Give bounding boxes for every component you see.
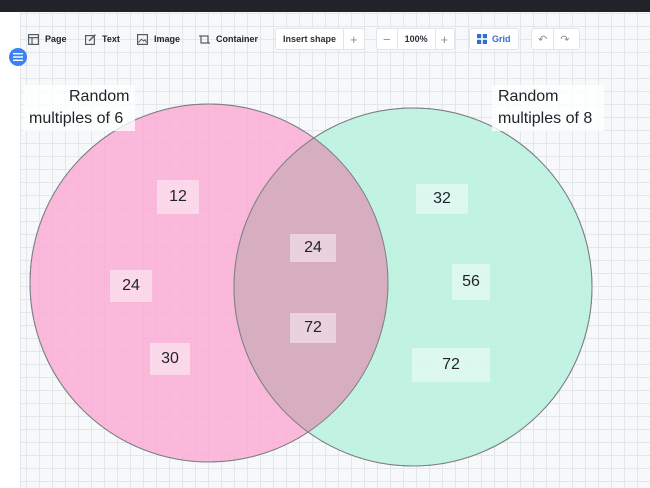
right-set-label[interactable]: Random multiples of 8: [492, 85, 604, 131]
intersection-value-1[interactable]: 24: [290, 234, 336, 262]
right-value-3[interactable]: 72: [412, 348, 490, 382]
right-value-1[interactable]: 32: [416, 184, 468, 214]
right-set-label-line1: Random: [498, 88, 559, 105]
right-set-label-line2: multiples of 8: [498, 110, 593, 127]
left-value-1[interactable]: 12: [157, 180, 199, 214]
left-set-label[interactable]: Random multiples of 6: [23, 85, 135, 131]
right-value-2[interactable]: 56: [452, 264, 490, 300]
left-value-2[interactable]: 24: [110, 270, 152, 302]
left-value-3[interactable]: 30: [150, 343, 190, 375]
intersection-value-2[interactable]: 72: [290, 313, 336, 343]
left-set-label-line1: Random: [69, 88, 130, 105]
left-set-label-line2: multiples of 6: [29, 110, 124, 127]
